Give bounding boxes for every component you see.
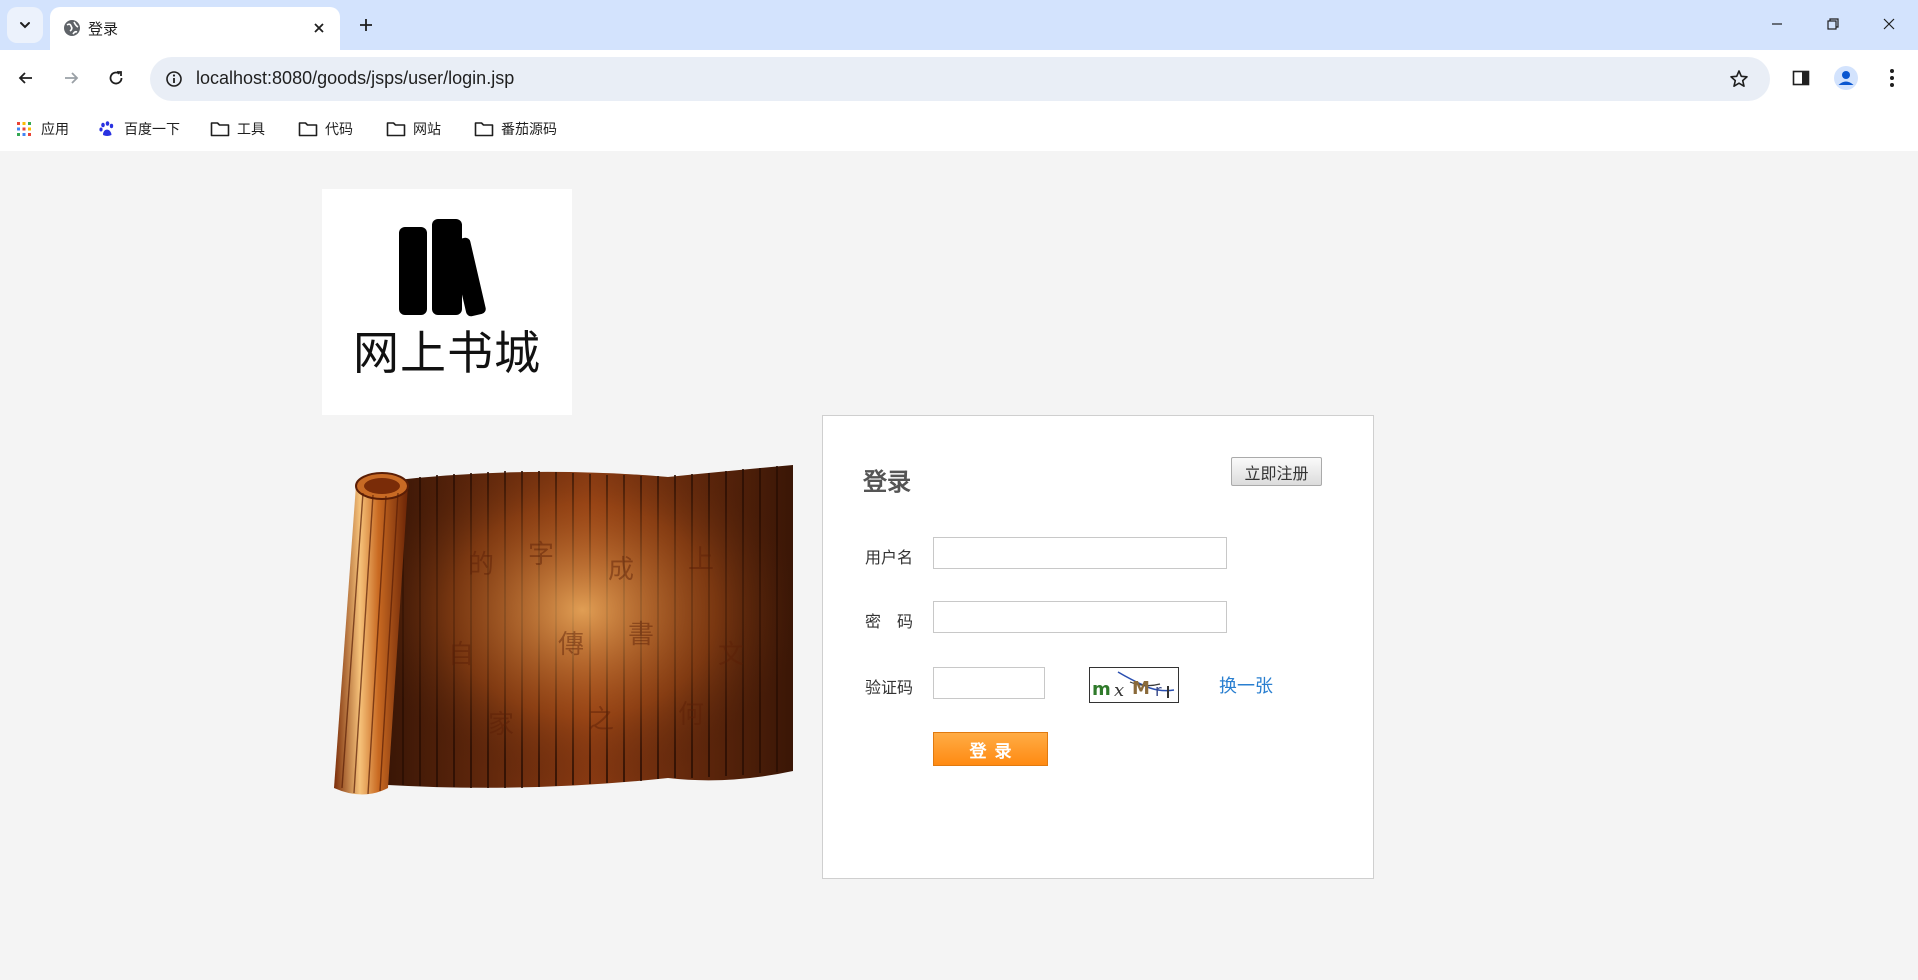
bookmark-label: 应用 [41, 122, 69, 138]
site-info-button[interactable] [158, 63, 190, 95]
apps-grid-icon [14, 119, 34, 139]
folder-icon [474, 119, 494, 139]
menu-button[interactable] [1875, 61, 1909, 95]
globe-icon [64, 20, 80, 36]
restore-icon [1827, 18, 1839, 30]
password-input[interactable] [933, 601, 1227, 633]
avatar-icon [1834, 66, 1858, 90]
password-label: 密 码 [865, 612, 914, 631]
svg-text:r: r [1155, 681, 1162, 700]
username-label: 用户名 [865, 548, 914, 567]
svg-text:書: 書 [628, 620, 654, 650]
bookmark-apps[interactable]: 应用 [14, 117, 69, 141]
svg-text:字: 字 [528, 540, 554, 570]
folder-icon [298, 119, 318, 139]
minimize-icon [1772, 23, 1782, 25]
svg-text:何: 何 [678, 700, 704, 730]
refresh-captcha-link[interactable]: 换一张 [1219, 672, 1273, 698]
login-title: 登录 [863, 468, 911, 496]
browser-toolbar: localhost:8080/goods/jsps/user/login.jsp [0, 50, 1918, 107]
bookmark-star-button[interactable] [1724, 64, 1754, 94]
login-submit-button[interactable]: 登录 [933, 732, 1048, 766]
baidu-paw-icon [97, 119, 117, 139]
star-icon [1730, 70, 1748, 87]
restore-button[interactable] [1810, 7, 1856, 41]
close-window-button[interactable] [1866, 7, 1912, 41]
folder-icon [386, 119, 406, 139]
bookmark-label: 番茄源码 [501, 122, 557, 138]
bookmark-folder-tools[interactable]: 工具 [210, 117, 265, 141]
bookmark-label: 代码 [325, 122, 353, 138]
svg-text:上: 上 [688, 545, 714, 575]
site-logo[interactable]: 网上书城 [322, 189, 572, 415]
bookmark-folder-code[interactable]: 代码 [298, 117, 353, 141]
close-icon [1883, 18, 1895, 30]
verify-code-label: 验证码 [865, 678, 914, 697]
bookmarks-bar: 应用 百度一下 工具 代码 网站 番茄源码 [0, 107, 1918, 151]
tab-search-button[interactable] [7, 7, 43, 43]
username-input[interactable] [933, 537, 1227, 569]
side-panel-icon [1792, 70, 1810, 86]
svg-text:x: x [1114, 680, 1124, 701]
svg-text:傳: 傳 [558, 630, 584, 660]
svg-text:之: 之 [588, 705, 614, 735]
bookmark-baidu[interactable]: 百度一下 [97, 117, 180, 141]
tab-strip: 登录 [0, 0, 1918, 50]
plus-icon [360, 19, 372, 31]
bamboo-scroll-image: 的 字成 上 自 傳 書文 家 之 何 [334, 465, 793, 795]
side-panel-button[interactable] [1784, 61, 1818, 95]
close-tab-button[interactable] [308, 17, 330, 39]
url-text[interactable]: localhost:8080/goods/jsps/user/login.jsp [196, 68, 514, 89]
tab-title: 登录 [88, 20, 119, 38]
back-button[interactable] [9, 61, 43, 95]
minimize-button[interactable] [1754, 7, 1800, 41]
info-icon [166, 71, 182, 87]
register-button[interactable]: 立即注册 [1231, 457, 1322, 486]
reload-button[interactable] [99, 61, 133, 95]
arrow-right-icon [65, 72, 79, 84]
chevron-down-icon [20, 22, 30, 29]
forward-button[interactable] [54, 61, 88, 95]
page-content: 网上书城 的 字 成 上 自 傳 書 文 家 之 何 登录 立即注册 用户名 密… [0, 151, 1918, 980]
svg-text:m: m [1092, 679, 1111, 700]
bookmark-label: 网站 [413, 122, 441, 138]
svg-text:自: 自 [448, 640, 474, 670]
profile-button[interactable] [1829, 61, 1863, 95]
close-icon [314, 23, 324, 33]
books-icon [399, 219, 486, 317]
bookmark-label: 工具 [237, 122, 265, 138]
more-vertical-icon [1890, 69, 1894, 87]
reload-icon [109, 71, 123, 85]
active-tab[interactable]: 登录 [50, 7, 340, 50]
folder-icon [210, 119, 230, 139]
bookmark-folder-sites[interactable]: 网站 [386, 117, 441, 141]
svg-text:M: M [1132, 678, 1150, 699]
new-tab-button[interactable] [352, 11, 380, 39]
arrow-left-icon [18, 72, 32, 84]
verify-code-input[interactable] [933, 667, 1045, 699]
login-panel: 登录 立即注册 用户名 密 码 验证码 m x M r 换一张 登录 [822, 415, 1374, 879]
svg-text:文: 文 [718, 640, 744, 670]
svg-text:家: 家 [488, 710, 514, 740]
captcha-image[interactable]: m x M r [1089, 667, 1179, 703]
address-bar[interactable]: localhost:8080/goods/jsps/user/login.jsp [150, 57, 1770, 101]
svg-text:的: 的 [468, 550, 494, 580]
svg-text:成: 成 [608, 555, 634, 585]
logo-text: 网上书城 [353, 326, 541, 380]
bookmark-label: 百度一下 [124, 122, 180, 138]
bookmark-folder-tomato[interactable]: 番茄源码 [474, 117, 557, 141]
